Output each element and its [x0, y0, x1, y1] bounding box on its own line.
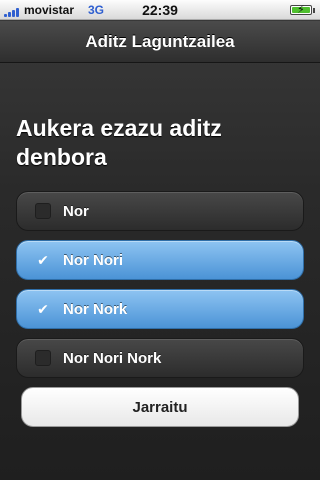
charging-icon: ⚡ [297, 4, 305, 16]
option-nor[interactable]: Nor [16, 191, 304, 231]
option-nor-nori-nork[interactable]: Nor Nori Nork [16, 338, 304, 378]
option-label: Nor Nori [63, 252, 123, 269]
page-title: Aditz Laguntzailea [85, 31, 235, 51]
option-nor-nori[interactable]: ✔ Nor Nori [16, 240, 304, 280]
nav-header: Aditz Laguntzailea [0, 21, 320, 63]
options-list: Nor ✔ Nor Nori ✔ Nor Nork Nor Nori Nork [16, 191, 304, 387]
option-label: Nor Nori Nork [63, 350, 162, 367]
status-bar: movistar 3G 22:39 ⚡ [0, 0, 320, 20]
checkmark-icon[interactable]: ✔ [35, 301, 51, 317]
option-label: Nor [63, 203, 89, 220]
status-clock: 22:39 [142, 2, 178, 18]
checkbox[interactable] [35, 203, 51, 219]
continue-button[interactable]: Jarraitu [21, 387, 299, 427]
checkmark-icon[interactable]: ✔ [35, 252, 51, 268]
checkbox[interactable] [35, 350, 51, 366]
continue-label: Jarraitu [132, 398, 188, 416]
option-nor-nork[interactable]: ✔ Nor Nork [16, 289, 304, 329]
option-label: Nor Nork [63, 301, 128, 318]
battery-icon: ⚡ [290, 4, 315, 16]
section-heading: Aukera ezazu aditz denbora [16, 115, 222, 170]
